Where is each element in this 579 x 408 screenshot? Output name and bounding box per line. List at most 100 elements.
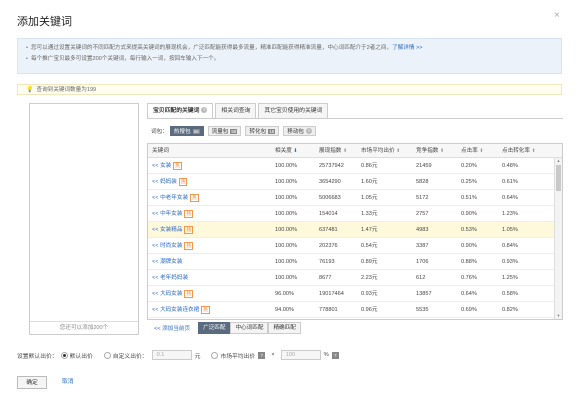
cell-cvr: 0.58% <box>502 291 518 297</box>
hot-badge: 热 <box>201 305 210 314</box>
help-icon[interactable]: ? <box>331 351 339 359</box>
filter-traffic[interactable]: 流量包 58 <box>207 126 242 136</box>
keyword-suggestions-panel: 宝贝匹配的关键词? 相关词查询 其它宝贝使用的关键词 词包： 热搜包 56 流量包… <box>147 103 563 335</box>
sort-icon[interactable]: ⬆ <box>396 148 400 154</box>
table-row[interactable]: << 潮牌女装 100.00% 76193 0.89元 1706 0.88% 0.93% <box>148 254 554 270</box>
info-line-1: • 您可以通过设置关键词的不同匹配方式来提高关键词的展现机会，广泛匹配能获得最多流… <box>26 45 423 51</box>
col-cvr[interactable]: 点击转化率 ⬆ <box>502 144 536 158</box>
cell-comp: 5535 <box>416 307 429 313</box>
radio-custom-bid[interactable] <box>103 351 111 359</box>
add-keyword-link[interactable]: << 时尚女装 <box>152 243 182 249</box>
cell-rel: 100.00% <box>275 179 298 185</box>
add-keyword-link[interactable]: << 潮牌女装 <box>152 259 182 265</box>
col-relevance[interactable]: 相关度 ⬇ <box>275 144 298 158</box>
keyword-cell: << 女装热 <box>152 158 182 174</box>
help-icon[interactable]: ? <box>258 351 266 359</box>
cell-cvr: 0.48% <box>502 163 518 169</box>
add-keyword-link[interactable]: << 女装 <box>152 163 171 169</box>
help-icon[interactable]: ? <box>306 128 313 134</box>
table-row[interactable]: << 女装精品热 100.00% 637481 1.47元 4983 0.53% 1.05% <box>148 222 554 238</box>
add-keyword-link[interactable]: << 中年女装 <box>152 211 182 217</box>
scroll-up-icon[interactable]: ▲ <box>555 158 562 164</box>
cell-cvr: 0.84% <box>502 243 518 249</box>
cell-imp: 154014 <box>319 211 338 217</box>
filter-mobile[interactable]: 移动包? <box>283 126 317 136</box>
filter-hot-search[interactable]: 热搜包 56 <box>169 126 204 136</box>
confirm-button[interactable]: 确定 <box>17 376 47 389</box>
keyword-cell: << 老年妈妈装 <box>152 270 188 286</box>
cell-rel: 100.00% <box>275 195 298 201</box>
cell-imp: 3654290 <box>319 179 341 185</box>
sort-desc-icon[interactable]: ⬇ <box>293 148 297 154</box>
match-phrase-button[interactable]: 中心词匹配 <box>230 322 269 334</box>
add-current-page-link[interactable]: << 添加当前页 <box>154 324 190 332</box>
sort-icon[interactable]: ⬆ <box>532 148 536 154</box>
learn-more-link[interactable]: 了解详情 >> <box>392 45 422 51</box>
filter-conversion[interactable]: 转化包 19 <box>245 126 280 136</box>
market-percent-input[interactable]: 100 <box>280 350 321 360</box>
sort-icon[interactable]: ⬆ <box>343 148 347 154</box>
cell-ctr: 0.64% <box>461 291 477 297</box>
add-keyword-link[interactable]: << 大码女装 <box>152 291 182 297</box>
cell-ctr: 0.88% <box>461 259 477 265</box>
sort-icon[interactable]: ⬆ <box>479 148 483 154</box>
add-keyword-link[interactable]: << 老年妈妈装 <box>152 275 188 281</box>
count-badge: 58 <box>230 128 238 134</box>
hot-badge: 热 <box>190 193 199 202</box>
radio-default-bid[interactable] <box>60 351 68 359</box>
keyword-cell: << 潮牌女装 <box>152 254 182 270</box>
keyword-input-area[interactable]: 您还可以添加200个 <box>29 103 139 335</box>
table-row[interactable]: << 中年女装热 100.00% 154014 1.33元 2757 0.90% 1.23% <box>148 206 554 222</box>
close-icon[interactable]: × <box>554 10 560 21</box>
col-competition[interactable]: 竞争指数 ⬆ <box>416 144 444 158</box>
table-row[interactable]: << 老年妈妈装 100.00% 8677 2.23元 612 0.76% 1.25% <box>148 270 554 286</box>
table-row[interactable]: << 中老年女装热 100.00% 5006683 1.05元 5172 0.51% 0.6… <box>148 190 554 206</box>
table-row[interactable]: << 大码女装热 96.00% 19017464 0.93元 13857 0.64% 0.5… <box>148 286 554 302</box>
table-row[interactable]: << 时尚女装热 100.00% 202376 0.54元 3387 0.90% 0.84% <box>148 238 554 254</box>
market-bid-label: 市场平均出价 <box>220 353 256 360</box>
cell-ctr: 0.90% <box>461 243 477 249</box>
cell-comp: 1706 <box>416 259 429 265</box>
table-row[interactable]: << 女装热 100.00% 25737942 0.86元 21459 0.20% 0.48… <box>148 158 554 174</box>
times-symbol: × <box>271 352 275 358</box>
table-row[interactable]: << 大码女装连衣裙热 94.00% 778801 0.96元 5535 0.69% 0.8… <box>148 302 554 318</box>
match-broad-button[interactable]: 广泛匹配 <box>198 322 231 334</box>
tab-related-search[interactable]: 相关词查询 <box>215 103 257 118</box>
custom-bid-input[interactable]: 0.1 <box>151 350 192 360</box>
keyword-cell: << 大码女装热 <box>152 286 193 302</box>
col-impressions[interactable]: 展现指数 ⬆ <box>319 144 347 158</box>
add-keyword-link[interactable]: << 中老年女装 <box>152 195 188 201</box>
scroll-down-icon[interactable]: ▼ <box>555 313 562 319</box>
cancel-button[interactable]: 取消 <box>62 376 74 389</box>
cell-cvr: 1.05% <box>502 227 518 233</box>
col-keyword[interactable]: 关键词 <box>152 144 169 158</box>
table-scrollbar[interactable]: ▲ ▼ <box>554 158 562 319</box>
cell-cvr: 0.61% <box>502 179 518 185</box>
sort-icon[interactable]: ⬆ <box>440 148 444 154</box>
cell-comp: 13857 <box>416 291 432 297</box>
keyword-cell: << 中老年女装热 <box>152 190 199 206</box>
cell-rel: 100.00% <box>275 275 298 281</box>
hot-badge: 热 <box>184 209 193 218</box>
keyword-cell: << 女装精品热 <box>152 222 193 238</box>
keyword-cell: << 大码女装连衣裙热 <box>152 302 210 318</box>
add-keyword-link[interactable]: << 女装精品 <box>152 227 182 233</box>
scroll-thumb[interactable] <box>556 165 561 191</box>
hot-badge: 热 <box>184 225 193 234</box>
add-keyword-link[interactable]: << 妈妈装 <box>152 179 177 185</box>
hot-badge: 热 <box>184 241 193 250</box>
keyword-table: 关键词 相关度 ⬇ 展现指数 ⬆ 市场平均出价 ⬆ 竞争指数 ⬆ 点击率 ⬆ 点… <box>147 143 563 320</box>
match-exact-button[interactable]: 精确匹配 <box>268 322 301 334</box>
cell-comp: 3387 <box>416 243 429 249</box>
cell-bid: 1.05元 <box>361 195 378 201</box>
table-row[interactable]: << 妈妈装热 100.00% 3654290 1.60元 5828 0.25% 0.61% <box>148 174 554 190</box>
radio-market-bid[interactable] <box>211 351 219 359</box>
col-avg-bid[interactable]: 市场平均出价 ⬆ <box>361 144 400 158</box>
add-keyword-link[interactable]: << 大码女装连衣裙 <box>152 307 199 313</box>
help-icon[interactable]: ? <box>201 107 208 114</box>
tab-other-items[interactable]: 其它宝贝使用的关键词 <box>258 103 329 118</box>
hot-badge: 热 <box>173 161 182 170</box>
tab-matched-keywords[interactable]: 宝贝匹配的关键词? <box>147 103 214 118</box>
col-ctr[interactable]: 点击率 ⬆ <box>461 144 484 158</box>
count-badge: 56 <box>192 128 200 134</box>
